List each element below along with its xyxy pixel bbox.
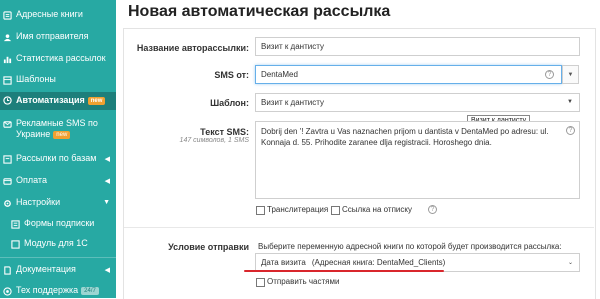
- sidebar-item-support[interactable]: Тех поддержка 24/7: [0, 285, 116, 299]
- payment-icon: [3, 178, 12, 185]
- condition-variable-value: Дата визита: [261, 258, 306, 267]
- sidebar-item-documentation[interactable]: Документация ◀: [0, 264, 116, 278]
- address-book-icon: [3, 11, 12, 20]
- sidebar-item-label: Тех поддержка: [16, 285, 79, 295]
- sms-from-dropdown-button[interactable]: ▼: [562, 65, 579, 84]
- sidebar-item-label: Формы подписки: [24, 218, 95, 228]
- sidebar-item-1c-module[interactable]: Модуль для 1С: [0, 238, 116, 252]
- clock-icon: [3, 96, 12, 105]
- template-icon: [3, 76, 12, 85]
- sidebar-item-address-books[interactable]: Адресные книги: [0, 9, 116, 23]
- transliteration-label: Транслитерация: [267, 205, 329, 214]
- sms-counter: 147 символов, 1 SMS: [179, 137, 249, 144]
- sidebar-item-automation[interactable]: Автоматизация new: [0, 92, 116, 110]
- sms-from-label: SMS от:: [214, 70, 249, 80]
- caret-down-icon: ▼: [567, 99, 573, 105]
- sms-from-value: DentaMed: [261, 70, 298, 79]
- sidebar-item-database-mailings[interactable]: Рассылки по базам ◀: [0, 153, 116, 167]
- database-icon: [3, 155, 12, 164]
- new-badge: new: [87, 97, 106, 105]
- name-label: Название авторассылки:: [136, 43, 249, 53]
- support-badge: 24/7: [81, 287, 99, 295]
- sidebar-divider: [0, 257, 116, 258]
- unsubscribe-link-label: Ссылка на отписку: [342, 205, 412, 214]
- sidebar-item-label: Настройки: [16, 197, 61, 207]
- template-select[interactable]: Визит к дантисту ▼: [255, 93, 580, 112]
- sidebar-item-label: Рассылки по базам: [16, 153, 97, 163]
- page-title: Новая автоматическая рассылка: [128, 3, 391, 20]
- form-icon: [11, 220, 20, 229]
- sms-text-value: Dobrij den '! Zavtra u Vas naznachen pri…: [261, 127, 549, 147]
- condition-label: Условие отправки: [168, 242, 249, 252]
- sidebar-item-label: Документация: [16, 264, 76, 274]
- caret-left-icon: ◀: [104, 267, 110, 274]
- sidebar-item-subscription-forms[interactable]: Формы подписки: [0, 218, 116, 232]
- highlight-underline: [244, 270, 444, 272]
- sidebar-item-ukraine-sms[interactable]: Рекламные SMS по Украине new: [0, 118, 116, 142]
- condition-help-text: Выберите переменную адресной книги по ко…: [258, 242, 562, 251]
- sidebar-item-label: Шаблоны: [16, 74, 56, 84]
- sidebar-item-label: Адресные книги: [16, 9, 83, 19]
- template-value: Визит к дантисту: [261, 98, 324, 107]
- sms-icon: [3, 121, 12, 128]
- caret-down-icon: ▼: [567, 71, 574, 78]
- sidebar-item-templates[interactable]: Шаблоны: [0, 74, 116, 88]
- sidebar-item-settings[interactable]: Настройки ▼: [0, 197, 116, 211]
- help-icon[interactable]: ?: [545, 70, 554, 79]
- sms-from-input[interactable]: DentaMed: [255, 65, 562, 84]
- sidebar-item-label: Модуль для 1С: [24, 238, 88, 248]
- new-badge: new: [53, 131, 71, 139]
- sidebar-item-label: Статистика рассылок: [16, 53, 106, 63]
- sms-text-label: Текст SMS:: [200, 127, 249, 137]
- unsubscribe-link-checkbox[interactable]: [331, 206, 340, 215]
- settings-icon: [4, 200, 11, 207]
- sidebar-item-label-wrap: Автоматизация new: [16, 95, 106, 106]
- chevron-down-icon: ⌄: [567, 260, 573, 266]
- help-icon[interactable]: ?: [566, 126, 575, 135]
- sidebar-item-label: Автоматизация: [16, 95, 85, 105]
- module-icon: [11, 240, 20, 249]
- sidebar-item-label-wrap: Тех поддержка 24/7: [16, 285, 99, 296]
- caret-down-icon: ▼: [103, 199, 110, 206]
- sms-text-area[interactable]: Dobrij den '! Zavtra u Vas naznachen pri…: [255, 121, 580, 199]
- sidebar-item-statistics[interactable]: Статистика рассылок: [0, 53, 116, 67]
- sidebar-item-payment[interactable]: Оплата ◀: [0, 175, 116, 189]
- sidebar-item-sender-name[interactable]: Имя отправителя: [0, 31, 116, 45]
- campaign-name-input[interactable]: Визит к дантисту: [255, 37, 580, 56]
- sidebar-item-label: Оплата: [16, 175, 47, 185]
- template-label: Шаблон:: [210, 98, 249, 108]
- sidebar-item-label-wrap: Рекламные SMS по Украине new: [16, 118, 110, 140]
- caret-left-icon: ◀: [104, 178, 110, 185]
- send-in-parts-label: Отправить частями: [267, 277, 340, 286]
- caret-left-icon: ◀: [104, 156, 110, 163]
- transliteration-checkbox[interactable]: [256, 206, 265, 215]
- section-divider: [124, 227, 594, 228]
- condition-address-book: (Адресная книга: DentaMed_Clients): [311, 258, 446, 267]
- help-icon[interactable]: ?: [428, 205, 437, 214]
- support-icon: [3, 287, 12, 296]
- docs-icon: [4, 266, 11, 275]
- sidebar: Адресные книги Имя отправителя Статистик…: [0, 0, 116, 298]
- send-in-parts-checkbox[interactable]: [256, 278, 265, 287]
- stats-icon: [3, 56, 12, 64]
- user-icon: [3, 34, 12, 42]
- sidebar-item-label: Имя отправителя: [16, 31, 89, 41]
